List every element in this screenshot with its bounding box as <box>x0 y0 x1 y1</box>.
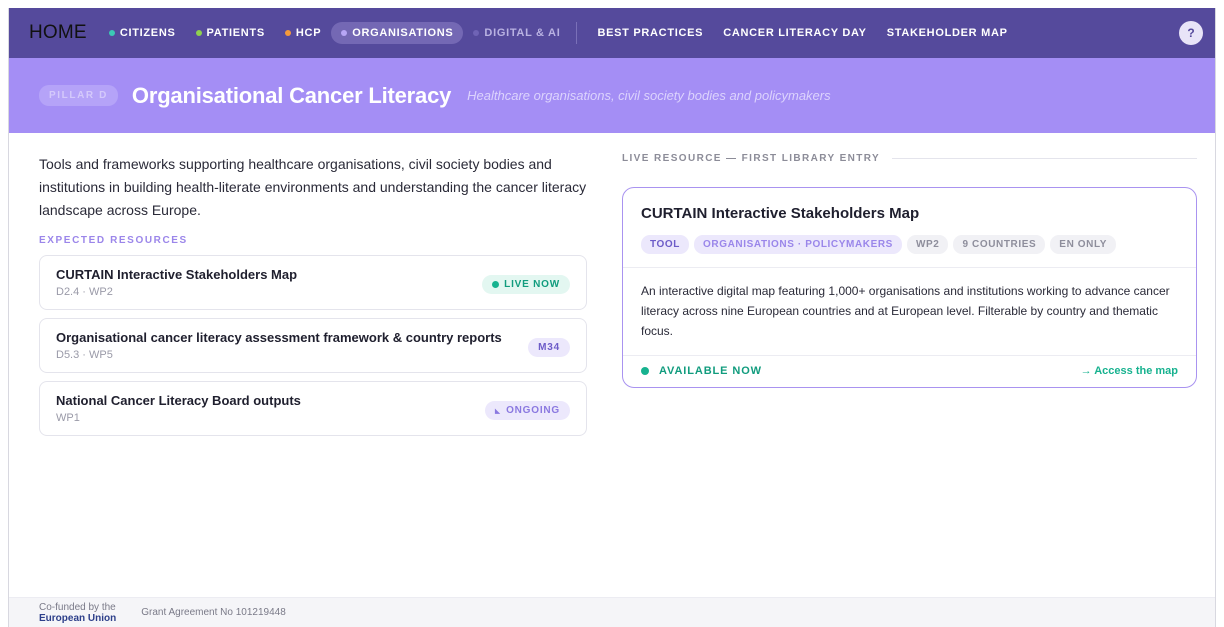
nav-link-cancer-literacy-day[interactable]: CANCER LITERACY DAY <box>713 22 877 44</box>
nav-link-best-practices[interactable]: BEST PRACTICES <box>587 22 713 44</box>
progress-icon: ◣ <box>494 407 502 415</box>
badge-label: LIVE NOW <box>504 279 560 290</box>
nav-item-label: CITIZENS <box>119 27 176 39</box>
resource-card-board-outputs[interactable]: National Cancer Literacy Board outputs W… <box>39 381 587 436</box>
resource-meta: D5.3 · WP5 <box>56 349 113 361</box>
nav-link-stakeholder-map[interactable]: STAKEHOLDER MAP <box>877 22 1018 44</box>
pillar-header: PILLAR D Organisational Cancer Literacy … <box>9 58 1215 133</box>
page-title: Organisational Cancer Literacy <box>131 82 452 108</box>
card-footer: AVAILABLE NOW → Access the map <box>623 356 1196 387</box>
card-title: CURTAIN Interactive Stakeholders Map <box>641 205 920 222</box>
app-frame: HOME CITIZENS PATIENTS HCP ORGANISATIONS… <box>8 8 1216 627</box>
main-content: Tools and frameworks supporting healthca… <box>9 133 1215 573</box>
nav-item-label: ORGANISATIONS <box>352 27 454 39</box>
organisations-dot-icon <box>341 30 348 36</box>
featured-resource-card[interactable]: CURTAIN Interactive Stakeholders Map TOO… <box>622 187 1197 388</box>
digital-ai-dot-icon <box>473 30 480 36</box>
nav-item-label: HCP <box>295 27 322 39</box>
nav-item-digital-ai[interactable]: DIGITAL & AI <box>463 22 570 44</box>
availability-status: AVAILABLE NOW <box>641 365 762 377</box>
card-header: CURTAIN Interactive Stakeholders Map TOO… <box>623 188 1196 268</box>
card-description: An interactive digital map featuring 1,0… <box>623 268 1196 356</box>
cofunded-line: Co-funded by the <box>39 601 116 613</box>
live-resource-label: LIVE RESOURCE — FIRST LIBRARY ENTRY <box>622 153 1197 164</box>
divider <box>892 158 1197 159</box>
right-column: LIVE RESOURCE — FIRST LIBRARY ENTRY CURT… <box>622 153 1197 388</box>
availability-label: AVAILABLE NOW <box>659 365 762 377</box>
status-badge: ◣ ONGOING <box>484 401 570 420</box>
eu-cofunded-logo: Co-funded by the European Union <box>39 602 116 624</box>
resource-card-stakeholders-map[interactable]: CURTAIN Interactive Stakeholders Map D2.… <box>39 255 587 310</box>
nav-item-label: DIGITAL & AI <box>484 27 561 39</box>
hcp-dot-icon <box>284 30 291 36</box>
live-dot-icon <box>492 281 500 288</box>
access-map-link[interactable]: → Access the map <box>1081 365 1178 377</box>
nav-divider <box>576 22 578 44</box>
resource-title: Organisational cancer literacy assessmen… <box>56 330 502 345</box>
top-nav: HOME CITIZENS PATIENTS HCP ORGANISATIONS… <box>9 8 1215 58</box>
milestone-badge: M34 <box>528 338 570 357</box>
page-subtitle: Healthcare organisations, civil society … <box>467 88 831 103</box>
pillar-tag: PILLAR D <box>39 85 118 106</box>
resource-card-assessment-framework[interactable]: Organisational cancer literacy assessmen… <box>39 318 587 373</box>
citizens-dot-icon <box>108 30 115 36</box>
left-column: Tools and frameworks supporting healthca… <box>39 153 587 436</box>
help-button[interactable]: ? <box>1179 21 1203 45</box>
badge-label: ONGOING <box>506 405 560 416</box>
status-badge: LIVE NOW <box>482 275 570 294</box>
tag-list: TOOL ORGANISATIONS · POLICYMAKERS WP2 9 … <box>641 235 1178 254</box>
eu-line: European Union <box>39 612 117 624</box>
intro-text: Tools and frameworks supporting healthca… <box>39 156 587 218</box>
nav-item-hcp[interactable]: HCP <box>275 22 331 44</box>
tag-audience: ORGANISATIONS · POLICYMAKERS <box>694 235 902 254</box>
tag-countries: 9 COUNTRIES <box>953 235 1046 254</box>
nav-item-organisations[interactable]: ORGANISATIONS <box>331 22 464 44</box>
nav-item-patients[interactable]: PATIENTS <box>186 22 275 44</box>
badge-label: M34 <box>538 342 560 353</box>
grant-agreement: Grant Agreement No 101219448 <box>141 607 286 618</box>
tag-language: EN ONLY <box>1050 235 1117 254</box>
nav-item-citizens[interactable]: CITIZENS <box>99 22 186 44</box>
live-resource-label-text: LIVE RESOURCE — FIRST LIBRARY ENTRY <box>622 153 881 164</box>
patients-dot-icon <box>195 30 202 36</box>
status-dot-icon <box>641 367 649 375</box>
nav-item-label: PATIENTS <box>206 27 265 39</box>
page-footer: Co-funded by the European Union Grant Ag… <box>9 597 1215 627</box>
section-label: EXPECTED RESOURCES <box>39 235 188 246</box>
tag-work-package: WP2 <box>906 235 949 254</box>
nav-home-link[interactable]: HOME <box>29 22 87 44</box>
help-icon: ? <box>1187 26 1195 40</box>
tag-type: TOOL <box>641 235 689 254</box>
